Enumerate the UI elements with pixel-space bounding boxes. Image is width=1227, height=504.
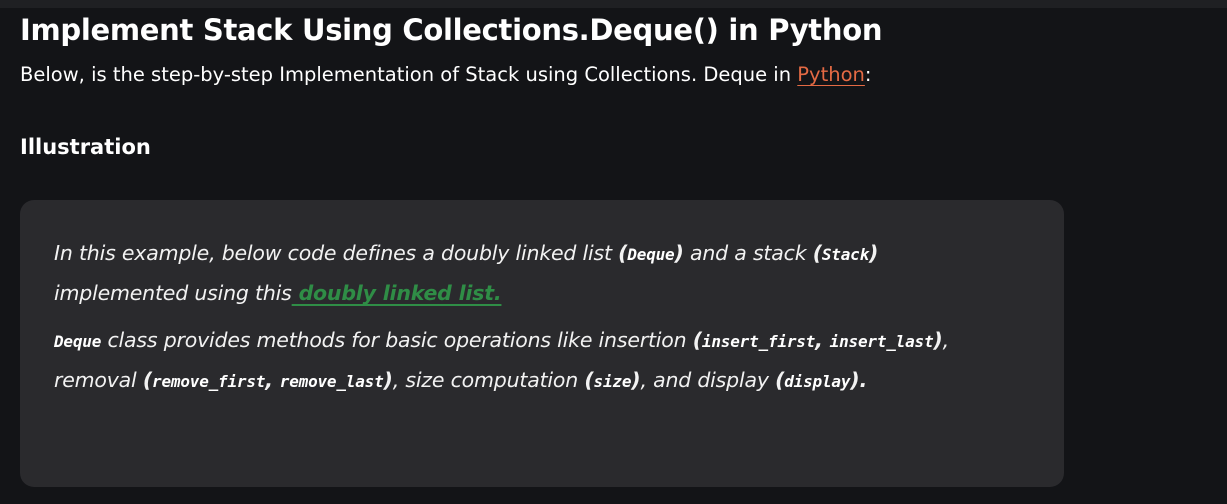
p2-period: . — [859, 368, 868, 392]
illustration-box: In this example, below code defines a do… — [20, 200, 1064, 487]
p2-paren-1-open: ( — [692, 328, 702, 352]
p2-text-a: class provides methods for basic operati… — [101, 328, 693, 352]
code-display: display — [784, 372, 851, 391]
code-remove-last: remove_last — [279, 372, 384, 391]
p2-comma-1: , — [815, 328, 830, 352]
illustration-paragraph-2: Deque class provides methods for basic o… — [54, 321, 1014, 401]
code-deque: Deque — [627, 245, 675, 264]
p2-paren-3-open: ( — [584, 368, 594, 392]
p2-text-d: , and display — [640, 368, 776, 392]
code-deque-2: Deque — [54, 332, 102, 351]
code-stack: Stack — [821, 245, 870, 264]
illustration-paragraph-1: In this example, below code defines a do… — [54, 234, 1014, 313]
p1-text-a: In this example, below code defines a do… — [54, 241, 619, 265]
code-insert-first: insert_first — [701, 332, 816, 351]
code-insert-last: insert_last — [829, 332, 934, 351]
intro-end: : — [864, 63, 872, 86]
intro-paragraph: Below, is the step-by-step Implementatio… — [20, 60, 871, 90]
p1-paren-open-2: ( — [812, 241, 822, 265]
illustration-heading: Illustration — [20, 135, 151, 159]
intro-text: Below, is the step-by-step Implementatio… — [20, 63, 798, 86]
p2-paren-2-open: ( — [142, 368, 153, 392]
doubly-linked-list-link[interactable]: doubly linked list. — [292, 281, 502, 305]
code-size: size — [593, 372, 632, 391]
p2-comma-2: , — [265, 368, 280, 392]
p2-paren-2-close: ) — [383, 368, 393, 392]
p2-paren-1-close: ) — [933, 328, 943, 352]
p1-paren-close-2: ) — [869, 241, 879, 265]
p1-paren-open: ( — [618, 241, 628, 265]
p1-text-b: and a stack — [683, 241, 813, 265]
p2-text-c: , size computation — [392, 368, 585, 392]
p2-paren-4-open: ( — [775, 368, 785, 392]
p1-text-c: implemented using this — [54, 281, 292, 305]
article-title: Implement Stack Using Collections.Deque(… — [20, 13, 883, 47]
p1-paren-close: ) — [674, 241, 684, 265]
python-link[interactable]: Python — [797, 63, 865, 86]
top-bar — [0, 0, 1227, 8]
code-remove-first: remove_first — [152, 372, 266, 391]
